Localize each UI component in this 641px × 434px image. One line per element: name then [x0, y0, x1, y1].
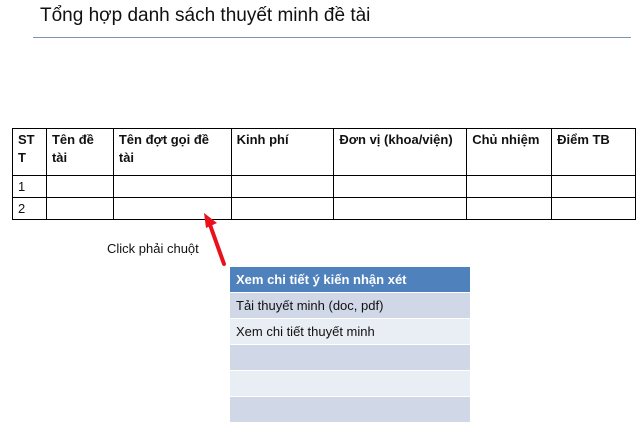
arrow-shaft [207, 220, 226, 266]
table-cell [333, 175, 468, 198]
table-cell [112, 197, 232, 220]
col-header-stt[interactable]: ST T [12, 128, 47, 176]
topic-table: ST T Tên đề tài Tên đợt gọi đề tài Kinh … [12, 128, 636, 220]
table-cell-stt: 2 [12, 197, 47, 220]
col-header-leader[interactable]: Chủ nhiệm [466, 128, 553, 176]
col-header-budget[interactable]: Kinh phí [230, 128, 335, 176]
table-cell [551, 197, 636, 220]
table-header-row: ST T Tên đề tài Tên đợt gọi đề tài Kinh … [12, 128, 636, 176]
table-cell [333, 197, 468, 220]
table-cell [551, 175, 636, 198]
col-header-unit[interactable]: Đơn vị (khoa/viện) [333, 128, 468, 176]
title-divider [33, 37, 631, 38]
table-cell [45, 175, 114, 198]
table-cell [112, 175, 232, 198]
right-click-hint: Click phải chuột [107, 241, 199, 256]
col-header-topic-name[interactable]: Tên đề tài [45, 128, 114, 176]
table-cell-stt: 1 [12, 175, 47, 198]
menu-item-empty[interactable] [230, 371, 470, 397]
menu-item-empty[interactable] [230, 345, 470, 371]
menu-item-empty[interactable] [230, 397, 470, 423]
menu-item-download-proposal[interactable]: Tải thuyết minh (doc, pdf) [230, 293, 470, 319]
col-header-avg-score[interactable]: Điểm TB [551, 128, 636, 176]
table-cell [466, 197, 553, 220]
table-cell [230, 175, 335, 198]
table-cell [45, 197, 114, 220]
menu-item-view-proposal[interactable]: Xem chi tiết thuyết minh [230, 319, 470, 345]
col-header-call-name[interactable]: Tên đợt gọi đề tài [112, 128, 232, 176]
table-cell [230, 197, 335, 220]
context-menu: Xem chi tiết ý kiến nhận xét Tải thuyết … [230, 267, 470, 423]
table-cell [466, 175, 553, 198]
table-row[interactable]: 2 [12, 197, 636, 220]
menu-item-view-comments[interactable]: Xem chi tiết ý kiến nhận xét [230, 267, 470, 293]
table-row[interactable]: 1 [12, 175, 636, 198]
page-title: Tổng hợp danh sách thuyết minh đề tài [40, 5, 371, 26]
